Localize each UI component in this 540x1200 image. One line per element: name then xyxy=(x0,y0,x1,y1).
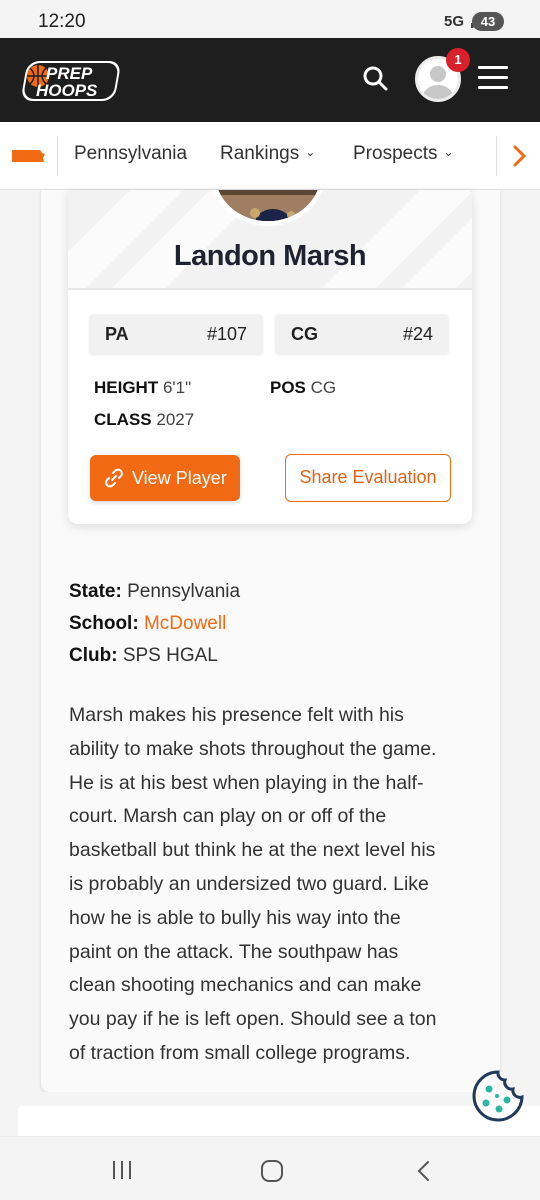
state-subnav: Pennsylvania Rankings ⌄ Prospects ⌄ xyxy=(0,122,540,190)
evaluation-line: clean shooting mechanics and can make xyxy=(69,974,422,997)
rank-value: #107 xyxy=(206,324,247,344)
prep-hoops-logo[interactable]: PREP HOOPS xyxy=(20,58,124,104)
status-bar: 12:20 5G 43 xyxy=(0,0,540,38)
evaluation-line: He is at his best when playing in the ha… xyxy=(69,771,424,794)
state-value: Pennsylvania xyxy=(127,581,241,602)
chevron-down-icon: ⌄ xyxy=(305,145,316,159)
evaluation-text: Marsh makes his presence felt with his a… xyxy=(69,699,479,1071)
evaluation-line: how he is able to bully his way into the xyxy=(69,906,401,929)
class-value: 2027 xyxy=(156,410,195,429)
position-rank-box: CG #24 xyxy=(275,314,449,354)
subnav-label: Prospects xyxy=(353,143,438,164)
status-time: 12:20 xyxy=(38,11,86,32)
evaluation-line: Marsh makes his presence felt with his xyxy=(69,704,404,726)
subnav-divider xyxy=(496,136,497,176)
evaluation-line: you pay if he is left open. Should see a… xyxy=(69,1008,437,1031)
recent-apps-icon[interactable] xyxy=(110,1159,134,1181)
class-attribute: CLASS 2027 xyxy=(94,410,194,430)
evaluation-line: basketball but think he at the next leve… xyxy=(69,839,436,862)
subnav-item-prospects[interactable]: Prospects ⌄ xyxy=(353,143,454,165)
next-section xyxy=(18,1106,540,1136)
evaluation-line: is probably an undersized two guard. Lik… xyxy=(69,872,429,895)
school-info: School: McDowell xyxy=(69,613,226,635)
school-link[interactable]: McDowell xyxy=(144,613,226,634)
subnav-item-pennsylvania[interactable]: Pennsylvania xyxy=(74,143,187,165)
back-icon[interactable] xyxy=(414,1159,434,1183)
height-label: HEIGHT xyxy=(94,378,159,397)
evaluation-line: ability to make shots throughout the gam… xyxy=(69,737,437,760)
view-player-label: View Player xyxy=(132,468,227,488)
site-header: PREP HOOPS 1 xyxy=(0,38,540,122)
evaluation-line: court. Marsh can play on or off of the xyxy=(69,805,387,828)
notification-badge[interactable]: 1 xyxy=(446,48,470,72)
rank-label: CG xyxy=(291,324,318,344)
height-value: 6'1" xyxy=(162,378,192,397)
system-nav-bar xyxy=(0,1136,540,1200)
subnav-label: Rankings xyxy=(220,143,300,164)
state-info: State: Pennsylvania xyxy=(69,581,240,603)
rank-label: PA xyxy=(105,324,129,344)
rank-value: #24 xyxy=(402,324,433,344)
network-type: 5G xyxy=(443,13,464,30)
pos-value: CG xyxy=(310,378,337,397)
search-icon[interactable] xyxy=(360,63,390,93)
link-icon xyxy=(105,468,123,488)
subnav-divider xyxy=(57,136,58,176)
player-card: Landon Marsh PA #107 CG #24 HEIGHT 6'1" … xyxy=(68,190,472,524)
club-value: SPS HGAL xyxy=(122,645,218,666)
hamburger-menu-icon[interactable] xyxy=(478,66,508,92)
home-icon[interactable] xyxy=(259,1159,285,1183)
class-label: CLASS xyxy=(94,410,152,429)
pennsylvania-state-icon[interactable] xyxy=(10,149,46,163)
battery-indicator: 43 xyxy=(472,12,504,31)
club-info: Club: SPS HGAL xyxy=(69,645,218,667)
chevron-right-icon[interactable] xyxy=(508,139,532,173)
player-card-header: Landon Marsh xyxy=(68,190,472,290)
chevron-down-icon: ⌄ xyxy=(443,145,454,159)
player-name: Landon Marsh xyxy=(173,240,367,272)
state-rank-box: PA #107 xyxy=(89,314,263,354)
evaluation-line: paint on the attack. The southpaw has xyxy=(69,940,399,963)
club-label: Club: xyxy=(69,645,118,666)
view-player-button[interactable]: View Player xyxy=(90,455,240,501)
cookie-settings-icon[interactable] xyxy=(471,1069,525,1123)
evaluation-line: of traction from small college programs. xyxy=(69,1041,411,1064)
subnav-label: Pennsylvania xyxy=(74,143,188,164)
pos-label: POS xyxy=(270,378,306,397)
svg-text:HOOPS: HOOPS xyxy=(36,81,98,100)
height-attribute: HEIGHT 6'1" xyxy=(94,378,191,398)
share-evaluation-button[interactable]: Share Evaluation xyxy=(285,454,451,502)
position-attribute: POS CG xyxy=(270,378,336,398)
school-label: School: xyxy=(69,613,139,634)
subnav-item-rankings[interactable]: Rankings ⌄ xyxy=(220,143,315,165)
state-label: State: xyxy=(69,581,122,602)
